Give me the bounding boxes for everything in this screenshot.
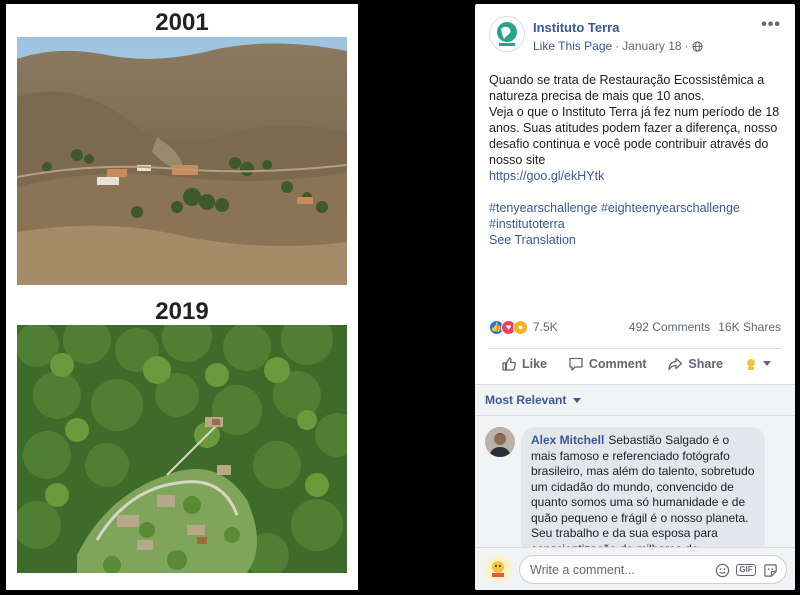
post-text-paragraph-2: Veja o que o Instituto Terra já fez num … bbox=[489, 105, 780, 167]
photo-comparison-panel: 2001 2019 bbox=[6, 4, 358, 590]
comment-composer: Write a comment... GIF bbox=[475, 547, 795, 590]
sticker-icon[interactable] bbox=[762, 562, 778, 578]
meta-separator: · bbox=[615, 39, 620, 53]
post-date[interactable]: January 18 bbox=[622, 39, 681, 53]
more-options-icon[interactable]: ••• bbox=[761, 16, 781, 34]
caret-down-icon bbox=[572, 398, 581, 403]
caret-down-icon bbox=[763, 360, 771, 366]
share-arrow-icon bbox=[668, 357, 683, 370]
comment-input[interactable]: Write a comment... GIF bbox=[519, 555, 787, 584]
globe-icon bbox=[691, 40, 703, 52]
see-translation-link[interactable]: See Translation bbox=[489, 232, 785, 248]
composer-tools: GIF bbox=[714, 562, 778, 578]
photo-before-barren-hills bbox=[17, 37, 347, 285]
commenter-avatar[interactable] bbox=[485, 427, 515, 457]
post-header: Instituto Terra Like This Page · January… bbox=[475, 4, 795, 64]
facebook-post: Instituto Terra Like This Page · January… bbox=[475, 4, 795, 590]
user-emoji-avatar-icon bbox=[492, 561, 504, 577]
comment-bubble-icon bbox=[569, 357, 583, 371]
current-user-avatar bbox=[485, 556, 511, 582]
profile-emoji-icon bbox=[747, 358, 755, 370]
person-avatar-icon bbox=[485, 427, 515, 457]
post-external-link[interactable]: https://goo.gl/ekHYtk bbox=[489, 168, 785, 184]
reaction-icons[interactable]: 👍 ♥ ● bbox=[489, 319, 528, 335]
year-label-before: 2001 bbox=[155, 9, 209, 36]
wow-reaction-icon: ● bbox=[513, 319, 528, 335]
gif-label: GIF bbox=[736, 564, 756, 576]
post-hashtags-line-2[interactable]: #institutoterra bbox=[489, 216, 785, 232]
emoji-icon[interactable] bbox=[714, 562, 730, 578]
instituto-terra-logo-icon bbox=[497, 22, 517, 46]
comments-count-link[interactable]: 492 Comments bbox=[629, 320, 710, 334]
like-page-link[interactable]: Like This Page bbox=[533, 39, 612, 53]
post-meta: Like This Page · January 18 · bbox=[533, 39, 703, 53]
like-label: Like bbox=[522, 356, 548, 371]
comment-sort-label: Most Relevant bbox=[485, 393, 567, 407]
share-label: Share bbox=[688, 356, 724, 371]
photo-after-restored-forest bbox=[17, 325, 347, 573]
reaction-count[interactable]: 7.5K bbox=[533, 320, 558, 334]
comment-button[interactable]: Comment bbox=[568, 356, 647, 372]
comment-sort-dropdown[interactable]: Most Relevant bbox=[485, 393, 581, 407]
comments-section: Most Relevant Alex Mitchell Sebastião Sal… bbox=[475, 384, 795, 590]
shares-count-link[interactable]: 16K Shares bbox=[718, 320, 781, 334]
comment-bubble: Alex Mitchell Sebastião Salgado é o mais … bbox=[521, 427, 765, 557]
year-label-after: 2019 bbox=[155, 298, 209, 325]
comment-text: Sebastião Salgado é o mais famoso e refe… bbox=[531, 433, 755, 556]
like-button[interactable]: Like bbox=[501, 356, 547, 372]
reactions-summary: 👍 ♥ ● 7.5K 492 Comments 16K Shares bbox=[489, 318, 781, 336]
page-avatar[interactable] bbox=[489, 16, 525, 52]
audience-selector[interactable] bbox=[744, 357, 771, 371]
post-actions: Like Comment Share bbox=[489, 348, 781, 378]
comment-input-placeholder: Write a comment... bbox=[530, 562, 635, 577]
gif-icon[interactable]: GIF bbox=[736, 562, 756, 578]
page-name-link[interactable]: Instituto Terra bbox=[533, 20, 619, 35]
share-button[interactable]: Share bbox=[667, 356, 723, 372]
meta-separator-2: · bbox=[684, 39, 689, 53]
thumbs-up-icon bbox=[502, 356, 516, 371]
comment-author-link[interactable]: Alex Mitchell bbox=[531, 433, 604, 447]
post-hashtags-line-1[interactable]: #tenyearschallenge #eighteenyearschallen… bbox=[489, 200, 785, 216]
post-text-paragraph-1: Quando se trata de Restauração Ecossistê… bbox=[489, 73, 765, 103]
comment-label: Comment bbox=[588, 356, 647, 371]
post-body: Quando se trata de Restauração Ecossistê… bbox=[489, 72, 785, 248]
